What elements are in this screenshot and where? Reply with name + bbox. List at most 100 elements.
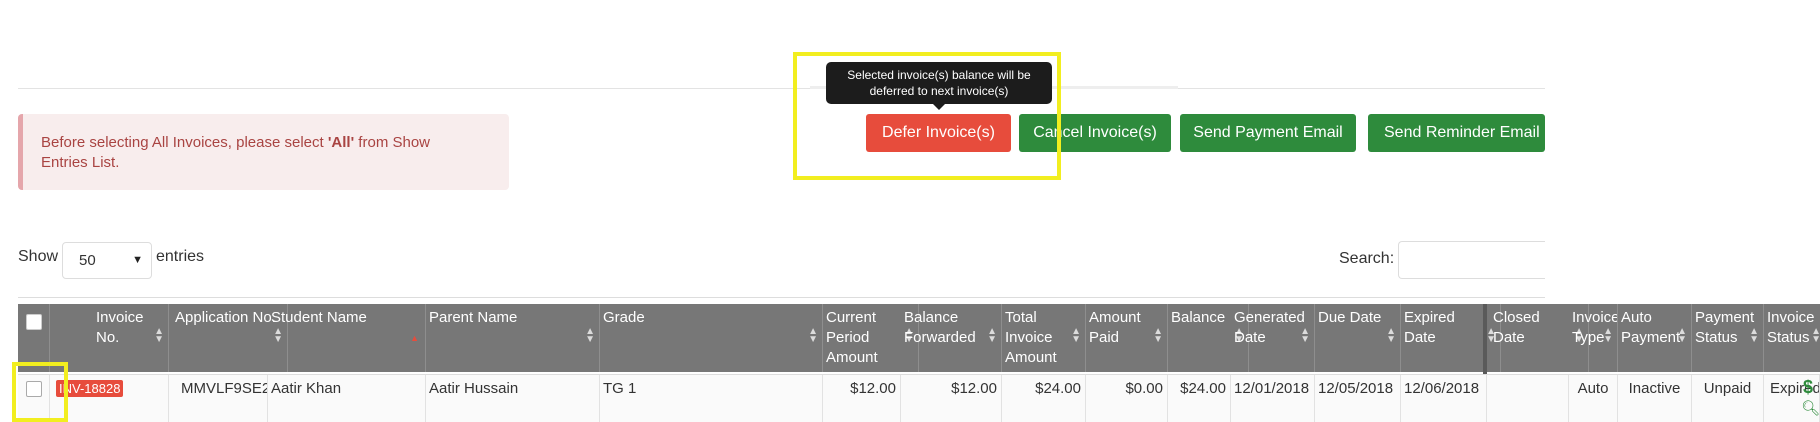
th-grade-label: Grade [603, 309, 645, 326]
sort-icon: ▲▼ [1300, 326, 1310, 345]
th-ap-l1: Amount [1089, 309, 1141, 326]
sort-icon: ▲▼ [1153, 326, 1163, 345]
cell-due-date: 12/05/2018 [1315, 375, 1401, 422]
entries-per-page-value: 50 [79, 252, 96, 269]
tooltip-line-2: deferred to next invoice(s) [869, 84, 1009, 98]
th-cpa-l3: Amount [826, 349, 878, 366]
th-tia-l2: Invoice [1005, 329, 1053, 346]
sort-icon: ▲▼ [1677, 326, 1687, 345]
th-student-name[interactable]: Student Name ▲ [268, 304, 426, 372]
th-grade[interactable]: Grade ▲ ▼ [600, 304, 823, 372]
th-invoice-no[interactable]: Invoice No. ▲ ▼ [50, 304, 169, 372]
sort-icon: ▲▼ [1811, 327, 1820, 345]
sort-icon: ▲▼ [1749, 326, 1759, 345]
view-search-icon[interactable]: 🔍︎ [1801, 399, 1820, 417]
th-tia-l3: Amount [1005, 349, 1057, 366]
th-tia-l1: Total [1005, 309, 1037, 326]
cell-invoice-no: INV-18828 [50, 375, 169, 422]
th-due-date[interactable]: Due Date ▲ ▼ [1315, 304, 1401, 372]
entries-label: entries [156, 248, 205, 265]
th-cpa-l2: Period [826, 329, 870, 346]
th-ps-l2: Status [1695, 329, 1738, 346]
row-checkbox[interactable] [25, 381, 42, 397]
sort-asc-icon: ▲ [410, 333, 419, 343]
th-amount-paid[interactable]: Amount Paid ▲ ▼ [1086, 304, 1168, 372]
th-student-name-label: Student Name [271, 309, 367, 326]
th-generated-date[interactable]: Generated Date ▲ ▼ [1231, 304, 1315, 372]
alert-strong: 'All' [327, 134, 355, 151]
row-select-cell [18, 375, 50, 422]
cell-expired-date: 12/06/2018 [1401, 375, 1487, 422]
th-invoice-status[interactable]: Invoice Status ▲▼ [1764, 304, 1820, 372]
th-is-l1: Invoice [1767, 309, 1815, 326]
search-input[interactable] [1398, 241, 1545, 279]
th-balance-label: Balance [1171, 309, 1226, 326]
th-ed-l1: Expired [1404, 309, 1455, 326]
table-row[interactable]: INV-18828 MMVLF9SE26 Aatir Khan Aatir Hu… [18, 374, 1820, 422]
cancel-invoices-button[interactable]: Cancel Invoice(s) [1019, 114, 1171, 152]
th-ap-l2: Paid [1089, 329, 1120, 346]
tooltip-arrow [933, 104, 945, 110]
th-due-date-label: Due Date [1318, 309, 1382, 326]
th-it-l2: Type [1572, 329, 1605, 346]
invoice-table-header: Invoice No. ▲ ▼ Application No. ▲ ▼ Studen… [18, 304, 1820, 372]
select-all-header [18, 304, 50, 372]
table-top-border [18, 297, 1545, 298]
sort-icon: ▲▼ [1071, 326, 1081, 345]
send-payment-email-button[interactable]: Send Payment Email [1180, 114, 1356, 152]
cell-parent-name: Aatir Hussain [426, 375, 600, 422]
caret-down-icon: ▼ [132, 254, 143, 266]
cell-total-invoice-amount: $24.00 [1002, 375, 1086, 422]
send-reminder-email-button[interactable]: Send Reminder Email [1368, 114, 1545, 152]
th-cd-l1: Closed [1493, 309, 1540, 326]
select-all-checkbox[interactable] [25, 314, 42, 330]
cell-auto-payment: Inactive [1618, 375, 1692, 422]
th-balance-forwarded[interactable]: Balance Forwarded ▲ ▼ [901, 304, 1002, 372]
th-ps-l1: Payment [1695, 309, 1755, 326]
th-parent-name[interactable]: Parent Name ▲ ▼ [426, 304, 600, 372]
th-invoice-type[interactable]: Invoice Type ▲ ▼ [1569, 304, 1618, 372]
cell-student-name: Aatir Khan [268, 375, 426, 422]
th-gd-l1: Generated [1234, 309, 1305, 326]
select-all-alert: Before selecting All Invoices, please se… [18, 114, 509, 190]
th-apm-l1: Auto [1621, 309, 1652, 326]
th-invoice-no-label: Invoice No. [96, 309, 144, 346]
cell-application-no: MMVLF9SE26 [169, 375, 268, 422]
invoice-no-badge[interactable]: INV-18828 [56, 380, 124, 397]
sort-icon: ▲▼ [808, 326, 818, 345]
th-gd-l2: Date [1234, 329, 1266, 346]
th-ed-l2: Date [1404, 329, 1436, 346]
th-cpa-l1: Current [826, 309, 877, 326]
cell-closed-date [1487, 375, 1569, 422]
sort-icon: ▲▼ [1386, 326, 1396, 345]
th-apm-l2: Payment [1621, 329, 1681, 346]
defer-tooltip: Selected invoice(s) balance will be defe… [826, 62, 1052, 104]
th-is-l2: Status [1767, 329, 1810, 346]
cell-generated-date: 12/01/2018 [1231, 375, 1315, 422]
entries-per-page-select[interactable]: 50 ▼ [62, 242, 152, 279]
top-divider [18, 88, 1545, 89]
th-application-no-label: Application No. [175, 309, 276, 326]
search-label: Search: [1339, 250, 1395, 267]
th-auto-payment[interactable]: Auto Payment ▲ ▼ [1618, 304, 1692, 372]
cell-balance: $24.00 [1168, 375, 1231, 422]
alert-text-before: Before selecting All Invoices, please se… [41, 134, 328, 151]
cell-grade: TG 1 [600, 375, 823, 422]
alert-text-line2: Entries List. [41, 154, 120, 171]
cell-amount-paid: $0.00 [1086, 375, 1168, 422]
cell-payment-status: Unpaid [1692, 375, 1764, 422]
th-bf-l2: Forwarded [904, 329, 976, 346]
tooltip-line-1: Selected invoice(s) balance will be [847, 68, 1031, 82]
th-parent-name-label: Parent Name [429, 309, 518, 326]
sort-icon: ▲▼ [1603, 326, 1613, 345]
show-label: Show [18, 248, 59, 265]
sort-icon: ▲▼ [154, 326, 164, 345]
payment-dollar-icon[interactable]: $ [1803, 377, 1813, 398]
th-payment-status[interactable]: Payment Status ▲ ▼ [1692, 304, 1764, 372]
th-total-invoice-amount[interactable]: Total Invoice Amount ▲ ▼ [1002, 304, 1086, 372]
th-it-l1: Invoice [1572, 309, 1618, 326]
th-bf-l1: Balance [904, 309, 959, 326]
sort-icon: ▲▼ [585, 326, 595, 345]
defer-invoices-button[interactable]: Defer Invoice(s) [866, 114, 1011, 152]
cell-current-period-amount: $12.00 [823, 375, 901, 422]
